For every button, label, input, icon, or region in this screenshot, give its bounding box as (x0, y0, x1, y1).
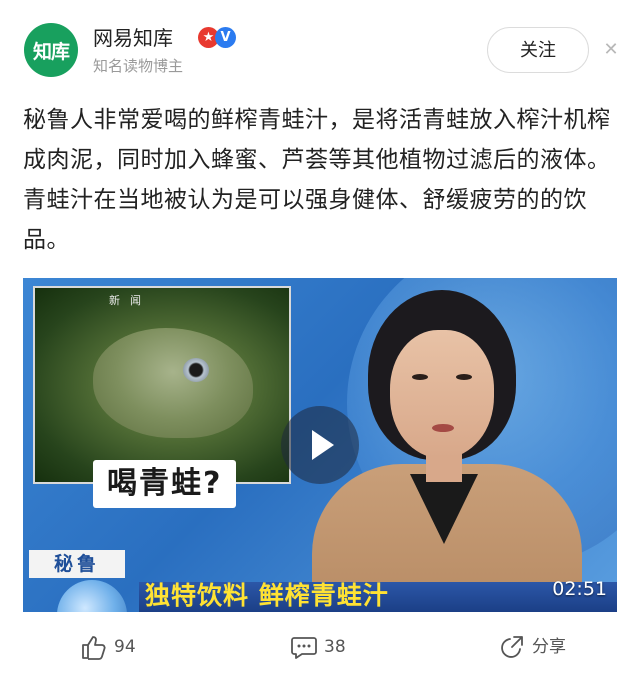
anchor-face (390, 330, 494, 458)
video-player[interactable]: 新闻 喝青蛙? 秘鲁 独特饮料 鲜榨青蛙汁 02:51 (23, 278, 617, 612)
thumbs-up-icon (82, 636, 106, 660)
verification-badges: ★ V (198, 27, 236, 49)
frog-eye (183, 358, 209, 382)
video-duration: 02:51 (552, 578, 607, 600)
globe-graphic (57, 580, 127, 612)
inset-news-label: 新闻 (109, 294, 151, 307)
verified-v-icon: V (215, 27, 236, 48)
news-headline: 独特饮料 鲜榨青蛙汁 (145, 581, 389, 610)
author-avatar[interactable]: 知库 (24, 23, 78, 77)
comment-icon (291, 637, 317, 659)
close-icon[interactable]: ✕ (601, 40, 621, 60)
play-icon[interactable] (281, 406, 359, 484)
comment-button[interactable]: 38 (290, 632, 346, 662)
action-bar: 94 38 分享 (0, 622, 640, 672)
post-body-text: 秘鲁人非常爱喝的鲜榨青蛙汁，是将活青蛙放入榨汁机榨成肉泥，同时加入蜂蜜、芦荟等其… (23, 107, 611, 253)
share-label: 分享 (532, 637, 566, 657)
share-button[interactable]: 分享 (498, 632, 566, 662)
anchor-mouth (432, 424, 454, 432)
video-inset-frog-image: 新闻 (33, 286, 291, 484)
author-subtitle: 知名读物博主 (93, 57, 184, 75)
location-label: 秘鲁 (29, 550, 125, 578)
news-lower-third: 秘鲁 独特饮料 鲜榨青蛙汁 (23, 544, 617, 612)
inset-caption: 喝青蛙? (93, 460, 237, 508)
post-header: 知库 网易知库 ★ V 知名读物博主 关注 ✕ (0, 0, 640, 90)
anchor-eye-right (456, 374, 472, 380)
share-icon (501, 636, 523, 658)
author-name[interactable]: 网易知库 (93, 25, 173, 51)
like-count: 94 (114, 637, 136, 657)
frog-illustration (93, 328, 253, 438)
comment-count: 38 (324, 637, 346, 657)
anchor-eye-left (412, 374, 428, 380)
follow-button[interactable]: 关注 (487, 27, 589, 73)
like-button[interactable]: 94 (80, 632, 136, 662)
